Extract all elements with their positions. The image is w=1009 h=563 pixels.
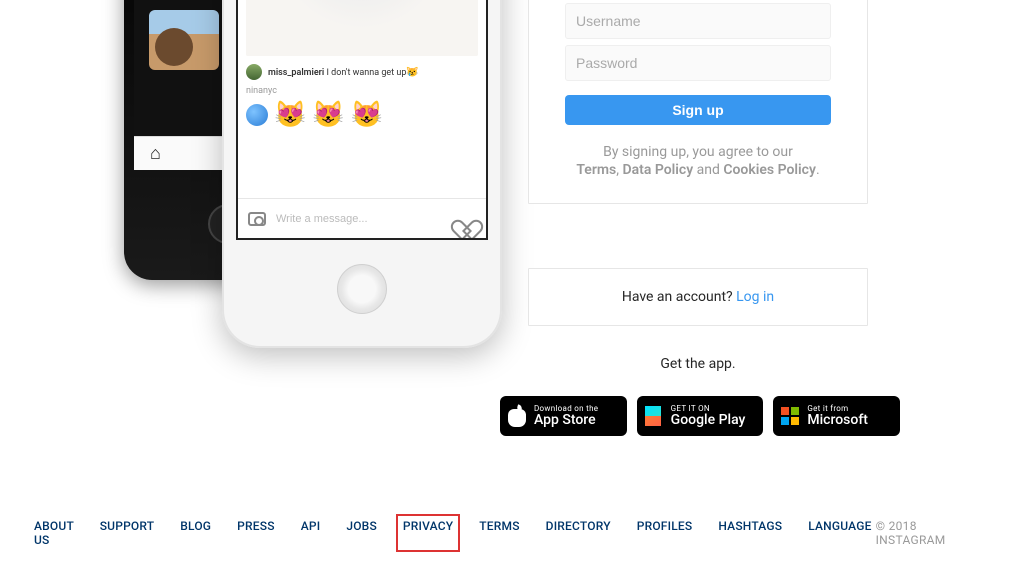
appstore-badge[interactable]: Download on the App Store	[500, 396, 627, 436]
password-input[interactable]	[576, 55, 820, 71]
footer-link-about-us[interactable]: ABOUT US	[30, 517, 78, 549]
heart-icon	[458, 211, 476, 227]
post-image	[246, 0, 478, 56]
password-field[interactable]	[565, 45, 831, 81]
login-link[interactable]: Log in	[736, 289, 774, 305]
signup-button[interactable]: Sign up	[565, 95, 831, 125]
googleplay-badge[interactable]: GET IT ON Google Play	[637, 396, 764, 436]
username-input[interactable]	[576, 13, 820, 29]
story-thumb	[149, 10, 219, 70]
username-field[interactable]	[565, 3, 831, 39]
home-button	[337, 264, 387, 314]
footer: ABOUT US SUPPORT BLOG PRESS API JOBS PRIVACY TE…	[0, 517, 1009, 549]
reply-block: ninanyc 😻 😻 😻	[246, 86, 383, 130]
post-caption: miss_palmieri I don't wanna get up😿	[246, 64, 478, 80]
microsoft-icon	[781, 407, 799, 425]
login-panel: Have an account? Log in	[528, 268, 868, 326]
home-icon: ⌂	[150, 143, 161, 164]
signup-panel: Sign up By signing up, you agree to our …	[528, 0, 868, 204]
app-badges: Download on the App Store GET IT ON Goog…	[500, 396, 900, 436]
phone-front: catnap miss_palmieri miss_palmieri I don…	[222, 0, 502, 348]
message-input	[276, 213, 448, 225]
footer-link-directory[interactable]: DIRECTORY	[542, 517, 615, 549]
copyright: © 2018 INSTAGRAM	[876, 519, 979, 547]
google-play-icon	[645, 406, 661, 426]
login-prompt: Have an account?	[622, 289, 736, 305]
reply-username: ninanyc	[246, 86, 383, 96]
footer-link-privacy[interactable]: PRIVACY	[399, 517, 457, 549]
avatar-icon	[246, 64, 262, 80]
data-policy-link[interactable]: Data Policy	[622, 162, 693, 178]
footer-link-language[interactable]: LANGUAGE	[804, 517, 875, 549]
footer-link-profiles[interactable]: PROFILES	[633, 517, 697, 549]
apple-icon	[508, 405, 526, 427]
avatar-icon	[246, 104, 268, 126]
heart-eyes-cat-icon: 😻	[312, 100, 344, 130]
footer-link-press[interactable]: PRESS	[233, 517, 279, 549]
footer-links: ABOUT US SUPPORT BLOG PRESS API JOBS PRIVACY TE…	[30, 517, 876, 549]
get-app-label: Get the app.	[528, 356, 868, 372]
message-bar	[238, 198, 486, 238]
footer-link-terms[interactable]: TERMS	[475, 517, 523, 549]
camera-icon	[248, 212, 266, 226]
footer-link-api[interactable]: API	[297, 517, 325, 549]
cookies-policy-link[interactable]: Cookies Policy	[723, 162, 816, 178]
heart-eyes-cat-icon: 😻	[274, 100, 306, 130]
hero-phones: ⌂ ◯ catnap miss_palmieri miss_palmieri I…	[100, 0, 520, 390]
footer-link-support[interactable]: SUPPORT	[96, 517, 159, 549]
microsoft-badge[interactable]: Get it from Microsoft	[773, 396, 900, 436]
footer-link-jobs[interactable]: JOBS	[342, 517, 381, 549]
terms-text: By signing up, you agree to our Terms, D…	[565, 143, 831, 179]
footer-link-hashtags[interactable]: HASHTAGS	[714, 517, 786, 549]
terms-link[interactable]: Terms	[576, 162, 616, 178]
footer-link-blog[interactable]: BLOG	[176, 517, 215, 549]
heart-eyes-cat-icon: 😻	[351, 100, 383, 130]
